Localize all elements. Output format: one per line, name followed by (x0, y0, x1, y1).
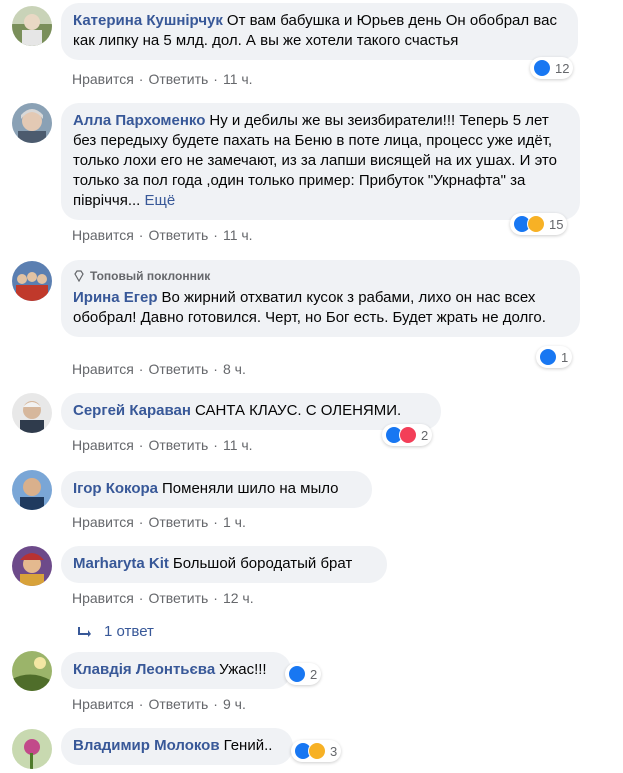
comment-actions: Нравится · Ответить · 12 ч. (72, 590, 254, 606)
avatar[interactable] (12, 103, 52, 143)
reply-button[interactable]: Ответить (148, 696, 208, 712)
like-button[interactable]: Нравится (72, 71, 134, 87)
reaction-count: 3 (330, 743, 338, 759)
comment-author[interactable]: Ирина Егер (73, 289, 158, 306)
avatar[interactable] (12, 393, 52, 433)
diamond-icon (74, 270, 84, 282)
like-button[interactable]: Нравится (72, 227, 134, 243)
avatar[interactable] (12, 651, 52, 691)
comment-bubble: Клавдія Леонтьєва Ужас!!! (61, 652, 291, 689)
avatar[interactable] (12, 470, 52, 510)
like-icon (288, 665, 306, 683)
timestamp[interactable]: 8 ч. (223, 361, 246, 377)
reaction-summary[interactable]: 1 (536, 346, 573, 368)
comment-author[interactable]: Ігор Кокора (73, 480, 158, 497)
reaction-summary[interactable]: 15 (510, 213, 568, 235)
comment-bubble: Ігор Кокора Поменяли шило на мыло (61, 471, 372, 508)
comment-actions: Нравится · Ответить · 11 ч. (72, 71, 253, 87)
comment-author[interactable]: Клавдія Леонтьєва (73, 661, 215, 678)
love-icon (399, 426, 417, 444)
reply-button[interactable]: Ответить (148, 437, 208, 453)
like-icon (533, 59, 551, 77)
reaction-count: 2 (421, 427, 429, 443)
comment-bubble: Катерина Кушнірчук От вам бабушка и Юрьев… (61, 3, 578, 60)
timestamp[interactable]: 12 ч. (223, 590, 254, 606)
timestamp[interactable]: 1 ч. (223, 514, 246, 530)
comment-author[interactable]: Катерина Кушнірчук (73, 12, 223, 29)
reply-button[interactable]: Ответить (148, 361, 208, 377)
reaction-summary[interactable]: 2 (285, 663, 322, 685)
comment-author[interactable]: Сергей Караван (73, 402, 191, 419)
like-button[interactable]: Нравится (72, 514, 134, 530)
reaction-summary[interactable]: 12 (530, 57, 574, 79)
comment-actions: Нравится · Ответить · 9 ч. (72, 696, 246, 712)
reaction-count: 2 (310, 666, 318, 682)
reaction-summary[interactable]: 3 (291, 740, 342, 762)
avatar[interactable] (12, 729, 52, 769)
timestamp[interactable]: 9 ч. (223, 696, 246, 712)
sad-icon (527, 215, 545, 233)
timestamp[interactable]: 11 ч. (223, 71, 253, 87)
comment-text: Большой бородатый брат (172, 555, 353, 572)
comment-author[interactable]: Алла Пархоменко (73, 112, 205, 129)
comment-bubble: Топовый поклонник Ирина Егер Во жирний от… (61, 260, 580, 337)
like-button[interactable]: Нравится (72, 437, 134, 453)
replies-count-label: 1 ответ (104, 623, 154, 640)
comment-actions: Нравится · Ответить · 1 ч. (72, 514, 246, 530)
like-icon (539, 348, 557, 366)
reply-button[interactable]: Ответить (148, 71, 208, 87)
comment-bubble: Сергей Караван САНТА КЛАУС. С ОЛЕНЯМИ. (61, 393, 441, 430)
comment-bubble: Marharyta Kit Большой бородатый брат (61, 546, 387, 583)
avatar[interactable] (12, 261, 52, 301)
reply-button[interactable]: Ответить (148, 227, 208, 243)
timestamp[interactable]: 11 ч. (223, 437, 253, 453)
like-button[interactable]: Нравится (72, 696, 134, 712)
comment-bubble: Владимир Молоков Гений.. (61, 728, 293, 765)
comment-actions: Нравится · Ответить · 8 ч. (72, 361, 246, 377)
see-more-link[interactable]: Ещё (145, 192, 176, 209)
like-button[interactable]: Нравится (72, 361, 134, 377)
comment-bubble: Алла Пархоменко Ну и дебилы же вы зеизбир… (61, 103, 580, 220)
haha-icon (308, 742, 326, 760)
avatar[interactable] (12, 546, 52, 586)
avatar[interactable] (12, 6, 52, 46)
comment-text: САНТА КЛАУС. С ОЛЕНЯМИ. (194, 402, 402, 419)
reaction-count: 12 (555, 60, 570, 76)
comment-author[interactable]: Владимир Молоков (73, 737, 220, 754)
comment-actions: Нравится · Ответить · 11 ч. (72, 437, 253, 453)
reaction-count: 1 (561, 349, 569, 365)
reply-button[interactable]: Ответить (148, 590, 208, 606)
reply-arrow-icon (78, 626, 91, 637)
view-replies-link[interactable]: 1 ответ (78, 623, 154, 640)
reaction-summary[interactable]: 2 (382, 424, 433, 446)
top-fan-badge: Топовый поклонник (73, 268, 568, 284)
reaction-count: 15 (549, 216, 564, 232)
timestamp[interactable]: 11 ч. (223, 227, 253, 243)
like-button[interactable]: Нравится (72, 590, 134, 606)
comment-text: Ужас!!! (219, 661, 267, 678)
comment-text: Гений.. (223, 737, 273, 754)
reply-button[interactable]: Ответить (148, 514, 208, 530)
comment-author[interactable]: Marharyta Kit (73, 555, 169, 572)
comment-text: Поменяли шило на мыло (162, 480, 339, 497)
comment-actions: Нравится · Ответить · 11 ч. (72, 227, 253, 243)
